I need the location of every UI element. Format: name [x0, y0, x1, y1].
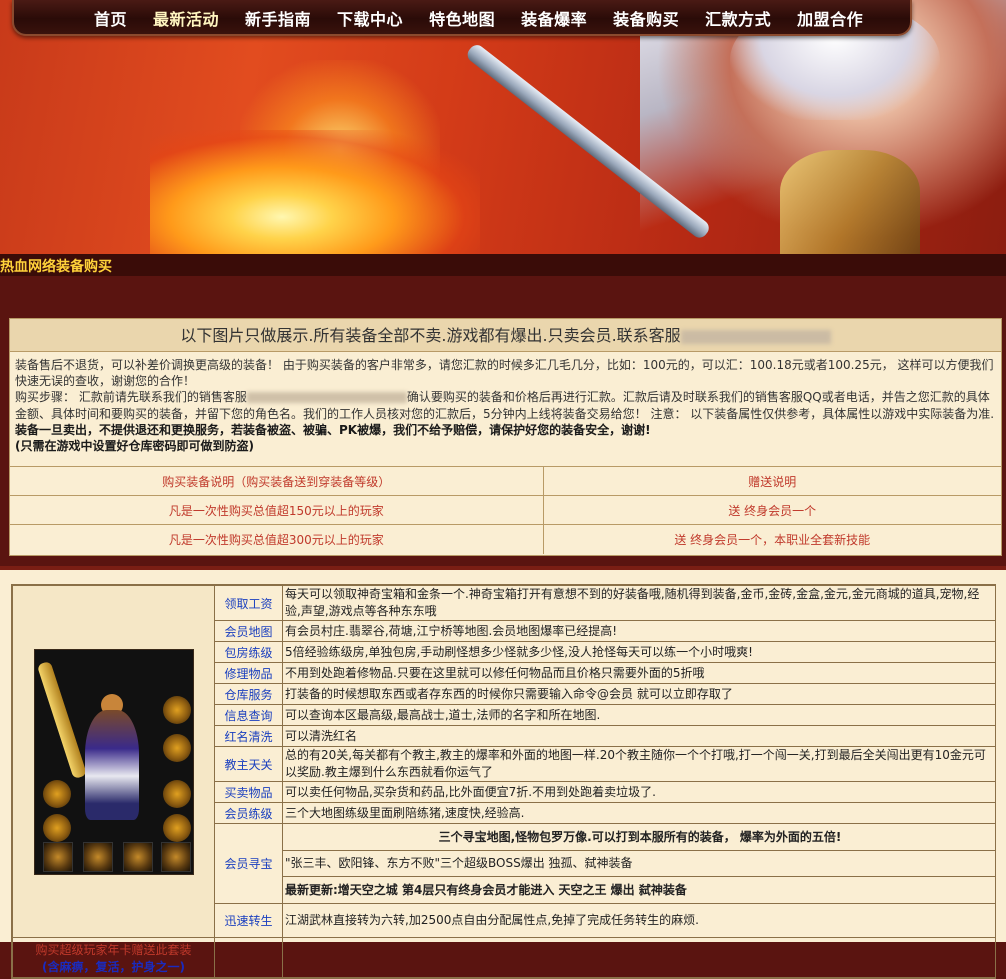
belt-icon: [42, 842, 73, 872]
nav-latest-events[interactable]: 最新活动: [153, 6, 219, 30]
gift-table: 购买装备说明（购买装备送到穿装备等级） 赠送说明 凡是一次性购买总值超150元以…: [10, 466, 1001, 554]
info-body: 装备售后不退货，可以补差价调换更高级的装备！ 由于购买装备的客户非常多，请您汇款…: [10, 352, 1001, 466]
feature-desc: 有会员村庄.翡翠谷,荷塘,江宁桥等地图.会员地图爆率已经提高!: [282, 620, 996, 642]
feature-desc: 三个大地图练级里面刷陪练猪,速度快,经验高.: [282, 802, 996, 824]
gift-header-bonus: 赠送说明: [542, 466, 1001, 496]
amulet-icon: [162, 734, 191, 762]
redacted-contact: [680, 329, 831, 344]
feature-desc: 总的有20关,每关都有个教主,教主的爆率和外面的地图一样.20个教主随你一个个打…: [282, 746, 996, 782]
gift-reward: 送 终身会员一个: [542, 495, 1001, 525]
feature-label: 信息查询: [214, 704, 283, 726]
purchase-steps: 购买步骤： 汇款前请先联系我们的销售客服 确认要购买的装备和价格后再进行汇款。汇款…: [15, 389, 996, 438]
bracelet-icon: [42, 780, 71, 808]
treasure-line-2: "张三丰、欧阳锋、东方不败"三个超级BOSS爆出 独孤、弑神装备: [282, 850, 996, 877]
steps-intro: 购买步骤： 汇款前请先联系我们的销售客服: [15, 390, 247, 405]
features-table: 领取工资 每天可以领取神奇宝箱和金条一个.神奇宝箱打开有意想不到的好装备哦,随机…: [12, 585, 996, 978]
heroine-armor: [780, 150, 920, 254]
feature-desc: 不用到处跑着修物品.只要在这里就可以修任何物品而且价格只需要外面的5折哦: [282, 662, 996, 684]
annual-card-note-line: 购买超级玩家年卡赠送此套装: [35, 942, 192, 957]
hero-banner: 首页 最新活动 新手指南 下载中心 特色地图 装备爆率 装备购买 汇款方式 加盟…: [0, 0, 1006, 254]
gift-table-row: 凡是一次性购买总值超300元以上的玩家 送 终身会员一个，本职业全套新技能: [10, 524, 1001, 554]
section-title: 热血网络装备购买: [0, 259, 112, 275]
gem-icon: [122, 842, 153, 872]
feature-desc: 江湖武林直接转为六转,加2500点自由分配属性点,免掉了完成任务转生的麻烦.: [282, 903, 996, 938]
ring-icon: [42, 814, 71, 842]
purchase-info-panel: 以下图片只做展示.所有装备全部不卖.游戏都有爆出.只卖会员.联系客服 装备售后不…: [9, 318, 1002, 556]
feature-label: 会员练级: [214, 802, 283, 824]
nav-payment-methods[interactable]: 汇款方式: [705, 6, 771, 30]
nav-download-center[interactable]: 下载中心: [337, 6, 403, 30]
antitheft-tip: (只需在游戏中设置好仓库密码即可做到防盗): [15, 439, 254, 454]
feature-label: 包房练级: [214, 641, 283, 663]
sword-icon: [36, 660, 87, 780]
nav-beginner-guide[interactable]: 新手指南: [245, 6, 311, 30]
feature-label: 领取工资: [214, 585, 283, 621]
equipment-image-cell: [12, 585, 215, 938]
after-sale-note: 装备售后不退货，可以补差价调换更高级的装备！ 由于购买装备的客户非常多，请您汇款…: [15, 358, 994, 389]
gift-header-purchase: 购买装备说明（购买装备送到穿装备等级）: [10, 466, 544, 496]
info-headline-text: 以下图片只做展示.所有装备全部不卖.游戏都有爆出.只卖会员.联系客服: [180, 326, 681, 345]
feature-label-empty: [214, 937, 283, 978]
boots-icon: [82, 842, 113, 872]
charm-icon: [160, 842, 191, 872]
equipment-set-image: [33, 649, 194, 875]
nav-drop-rates[interactable]: 装备爆率: [521, 6, 587, 30]
member-features-section: 领取工资 每天可以领取神奇宝箱和金条一个.神奇宝箱打开有意想不到的好装备哦,随机…: [0, 566, 1006, 979]
gift-condition: 凡是一次性购买总值超150元以上的玩家: [10, 495, 544, 525]
feature-label: 会员地图: [214, 620, 283, 642]
feature-desc: 每天可以领取神奇宝箱和金条一个.神奇宝箱打开有意想不到的好装备哦,随机得到装备,…: [282, 585, 996, 621]
feature-desc: 可以清洗红名: [282, 725, 996, 747]
feature-label: 买卖物品: [214, 781, 283, 803]
feature-label: 修理物品: [214, 662, 283, 684]
feature-label: 教主天关: [214, 746, 283, 782]
feature-label: 红名清洗: [214, 725, 283, 747]
annual-card-note-sub: (含麻痹，复活，护身之一): [42, 959, 185, 974]
ring-icon: [162, 696, 191, 724]
character-body: [84, 710, 139, 820]
feature-label: 迅速转生: [214, 903, 283, 938]
info-headline: 以下图片只做展示.所有装备全部不卖.游戏都有爆出.只卖会员.联系客服: [10, 319, 1001, 352]
fire-effect: [150, 130, 480, 254]
feature-desc: 可以卖任何物品,买杂货和药品,比外面便宜7折.不用到处跑着卖垃圾了.: [282, 781, 996, 803]
feature-desc: 可以查询本区最高级,最高战士,道士,法师的名字和所在地图.: [282, 704, 996, 726]
feature-desc: 5倍经验练级房,单独包房,手动刷怪想多少怪就多少怪,没人抢怪每天可以练一个小时哦…: [282, 641, 996, 663]
gift-table-header: 购买装备说明（购买装备送到穿装备等级） 赠送说明: [10, 466, 1001, 496]
annual-card-note: 购买超级玩家年卡赠送此套装 (含麻痹，复活，护身之一): [12, 937, 215, 978]
features-table-wrap: 领取工资 每天可以领取神奇宝箱和金条一个.神奇宝箱打开有意想不到的好装备哦,随机…: [11, 584, 996, 979]
table-row: 购买超级玩家年卡赠送此套装 (含麻痹，复活，护身之一): [12, 937, 996, 978]
nav-buy-equipment[interactable]: 装备购买: [613, 6, 679, 30]
treasure-line-3: 最新更新:增天空之城 第4层只有终身会员才能进入 天空之王 爆出 弑神装备: [282, 876, 996, 904]
feature-label: 仓库服务: [214, 683, 283, 705]
bracelet-icon: [162, 780, 191, 808]
gift-condition: 凡是一次性购买总值超300元以上的玩家: [10, 524, 544, 554]
redacted-contact: [246, 392, 407, 404]
main-nav: 首页 最新活动 新手指南 下载中心 特色地图 装备爆率 装备购买 汇款方式 加盟…: [94, 6, 889, 30]
nav-home[interactable]: 首页: [94, 6, 127, 30]
nav-feature-maps[interactable]: 特色地图: [429, 6, 495, 30]
treasure-line-1: 三个寻宝地图,怪物包罗万像.可以打到本服所有的装备， 爆率为外面的五倍!: [282, 823, 996, 851]
nav-partnership[interactable]: 加盟合作: [797, 6, 863, 30]
no-refund-warning: 装备一旦卖出，不提供退还和更换服务，若装备被盗、被骗、PK被爆，我们不给予赔偿，…: [15, 422, 651, 437]
feature-label: 会员寻宝: [214, 823, 283, 904]
gift-table-row: 凡是一次性购买总值超150元以上的玩家 送 终身会员一个: [10, 495, 1001, 525]
section-title-bar: 热血网络装备购买: [0, 254, 1006, 276]
gift-reward: 送 终身会员一个，本职业全套新技能: [542, 524, 1001, 554]
feature-desc: 打装备的时候想取东西或者存东西的时候你只需要输入命令@会员 就可以立即存取了: [282, 683, 996, 705]
table-row: 领取工资 每天可以领取神奇宝箱和金条一个.神奇宝箱打开有意想不到的好装备哦,随机…: [12, 585, 996, 938]
top-nav-bar: 首页 最新活动 新手指南 下载中心 特色地图 装备爆率 装备购买 汇款方式 加盟…: [12, 0, 912, 36]
feature-desc-empty: [282, 937, 996, 978]
ring-icon: [162, 814, 191, 842]
